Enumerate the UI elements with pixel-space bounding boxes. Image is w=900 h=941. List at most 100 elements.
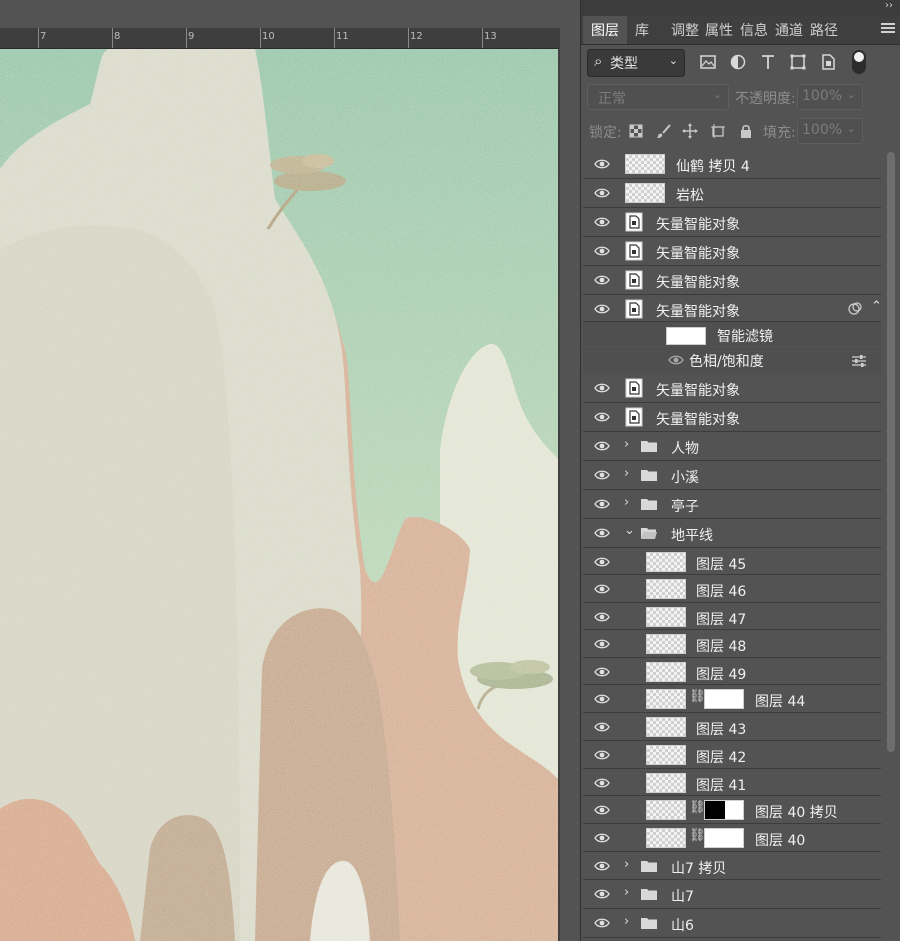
visibility-eye-icon[interactable] (594, 187, 610, 199)
layer-row[interactable]: › 亭子 (583, 490, 881, 519)
visibility-eye-icon[interactable] (594, 693, 610, 705)
layer-mask-thumbnail[interactable] (704, 828, 744, 848)
ruler-tick-label: 9 (188, 31, 195, 42)
canvas-vertical-scrollbar[interactable] (558, 48, 560, 941)
layer-row[interactable]: 仙鹤 拷贝 4 (583, 150, 881, 179)
visibility-eye-icon[interactable] (594, 216, 610, 228)
visibility-eye-icon[interactable] (594, 777, 610, 789)
smart-filter-badge-icon[interactable] (847, 301, 863, 317)
tab-adjustments[interactable]: 调整 (671, 20, 699, 40)
visibility-eye-icon[interactable] (594, 274, 610, 286)
visibility-eye-icon[interactable] (594, 158, 610, 170)
layer-row[interactable]: 色相/饱和度 (583, 347, 881, 373)
visibility-eye-icon[interactable] (594, 382, 610, 394)
layer-row[interactable]: ⛓ 图层 40 (583, 824, 881, 852)
chevron-right-icon[interactable]: › (624, 857, 629, 872)
visibility-eye-icon[interactable] (594, 721, 610, 733)
layers-scrollbar[interactable] (884, 150, 898, 941)
lock-transparent-icon[interactable] (627, 122, 645, 140)
visibility-eye-icon[interactable] (594, 527, 610, 539)
tab-layers[interactable]: 图层 (591, 20, 619, 40)
layer-row[interactable]: 图层 49 (583, 658, 881, 685)
chevron-down-icon[interactable]: ⌄ (624, 523, 635, 538)
document-artwork[interactable] (0, 49, 558, 941)
filter-toggle[interactable] (852, 50, 866, 74)
layer-row[interactable]: › 人物 (583, 432, 881, 461)
layer-mask-thumbnail[interactable] (704, 689, 744, 709)
collapse-effects-icon[interactable]: ⌃ (871, 299, 882, 314)
collapse-panel-icon[interactable]: ›› (885, 0, 893, 11)
tab-properties[interactable]: 属性 (705, 20, 733, 40)
layer-row[interactable]: › 小溪 (583, 461, 881, 490)
layer-row[interactable]: 图层 47 (583, 603, 881, 630)
type-filter-icon[interactable] (757, 51, 779, 73)
layer-row[interactable]: ⛓ 图层 40 拷贝 (583, 796, 881, 824)
visibility-eye-icon[interactable] (594, 583, 610, 595)
layer-row[interactable]: 图层 45 (583, 548, 881, 575)
visibility-eye-icon[interactable] (594, 917, 610, 929)
visibility-eye-icon[interactable] (594, 804, 610, 816)
layer-row[interactable]: 图层 42 (583, 741, 881, 769)
smart-object-filter-icon[interactable] (817, 51, 839, 73)
visibility-eye-icon[interactable] (594, 666, 610, 678)
visibility-eye-icon[interactable] (594, 440, 610, 452)
layer-row[interactable]: 图层 48 (583, 630, 881, 658)
blend-mode-select[interactable]: 正常 ⌄ (587, 84, 729, 110)
visibility-eye-icon[interactable] (594, 303, 610, 315)
layer-row[interactable]: 图层 41 (583, 769, 881, 796)
image-filter-icon[interactable] (697, 51, 719, 73)
visibility-eye-icon[interactable] (594, 411, 610, 423)
layers-scroll-thumb[interactable] (887, 152, 895, 752)
smart-filter-mask[interactable] (666, 327, 706, 345)
visibility-eye-icon[interactable] (594, 860, 610, 872)
visibility-eye-icon[interactable] (594, 832, 610, 844)
tab-info[interactable]: 信息 (740, 20, 768, 40)
visibility-eye-icon[interactable] (668, 354, 684, 366)
tab-channels[interactable]: 通道 (775, 20, 803, 40)
tab-libraries[interactable]: 库 (635, 20, 649, 40)
layer-row[interactable]: 矢量智能对象 (583, 266, 881, 295)
layer-row[interactable]: ⌄ 地平线 (583, 519, 881, 548)
layer-row[interactable]: › 山7 (583, 880, 881, 909)
layer-row[interactable]: 图层 46 (583, 575, 881, 603)
chevron-right-icon[interactable]: › (624, 466, 629, 481)
layer-row[interactable]: 矢量智能对象 ⌃ (583, 295, 882, 322)
visibility-eye-icon[interactable] (594, 611, 610, 623)
layer-row[interactable]: 岩松 (583, 179, 881, 208)
lock-paint-icon[interactable] (655, 122, 673, 140)
visibility-eye-icon[interactable] (594, 498, 610, 510)
visibility-eye-icon[interactable] (594, 888, 610, 900)
chevron-right-icon[interactable]: › (624, 495, 629, 510)
panel-menu-icon[interactable] (881, 22, 895, 34)
lock-artboard-icon[interactable] (709, 122, 727, 140)
filter-kind-select[interactable]: ⌕ 类型 ⌄ (587, 49, 685, 77)
layer-row[interactable]: 矢量智能对象 (583, 208, 881, 237)
tab-paths[interactable]: 路径 (810, 20, 838, 40)
adjustment-filter-icon[interactable] (727, 51, 749, 73)
layer-row[interactable]: 矢量智能对象 (583, 237, 881, 266)
layer-row[interactable]: 矢量智能对象 (583, 374, 881, 403)
layer-row[interactable]: 智能滤镜 (583, 322, 881, 346)
chevron-right-icon[interactable]: › (624, 914, 629, 929)
layer-row[interactable]: › 山6 (583, 909, 881, 938)
fill-input[interactable]: 100% ⌄ (797, 118, 863, 144)
visibility-eye-icon[interactable] (594, 749, 610, 761)
layer-row[interactable]: ⛓ 图层 44 (583, 685, 881, 713)
layer-row[interactable]: 矢量智能对象 (583, 403, 881, 432)
chevron-right-icon[interactable]: › (624, 437, 629, 452)
visibility-eye-icon[interactable] (594, 638, 610, 650)
filter-options-icon[interactable] (851, 355, 867, 367)
layer-row[interactable]: › 山7 拷贝 (583, 852, 881, 880)
shape-filter-icon[interactable] (787, 51, 809, 73)
layer-list[interactable]: 仙鹤 拷贝 4 岩松 矢量智能对象 矢量智能对象 矢量智能对象 矢量智能对象 ⌃ 智能滤镜 色相… (583, 150, 882, 941)
lock-position-icon[interactable] (681, 122, 699, 140)
opacity-input[interactable]: 100% ⌄ (797, 84, 863, 110)
visibility-eye-icon[interactable] (594, 556, 610, 568)
visibility-eye-icon[interactable] (594, 469, 610, 481)
chevron-right-icon[interactable]: › (624, 885, 629, 900)
lock-all-icon[interactable] (737, 122, 755, 140)
visibility-eye-icon[interactable] (594, 245, 610, 257)
layer-row[interactable]: 图层 43 (583, 713, 881, 741)
canvas-area[interactable]: 7 8 9 10 11 12 13 (0, 0, 560, 941)
layer-mask-thumbnail[interactable] (704, 800, 744, 820)
